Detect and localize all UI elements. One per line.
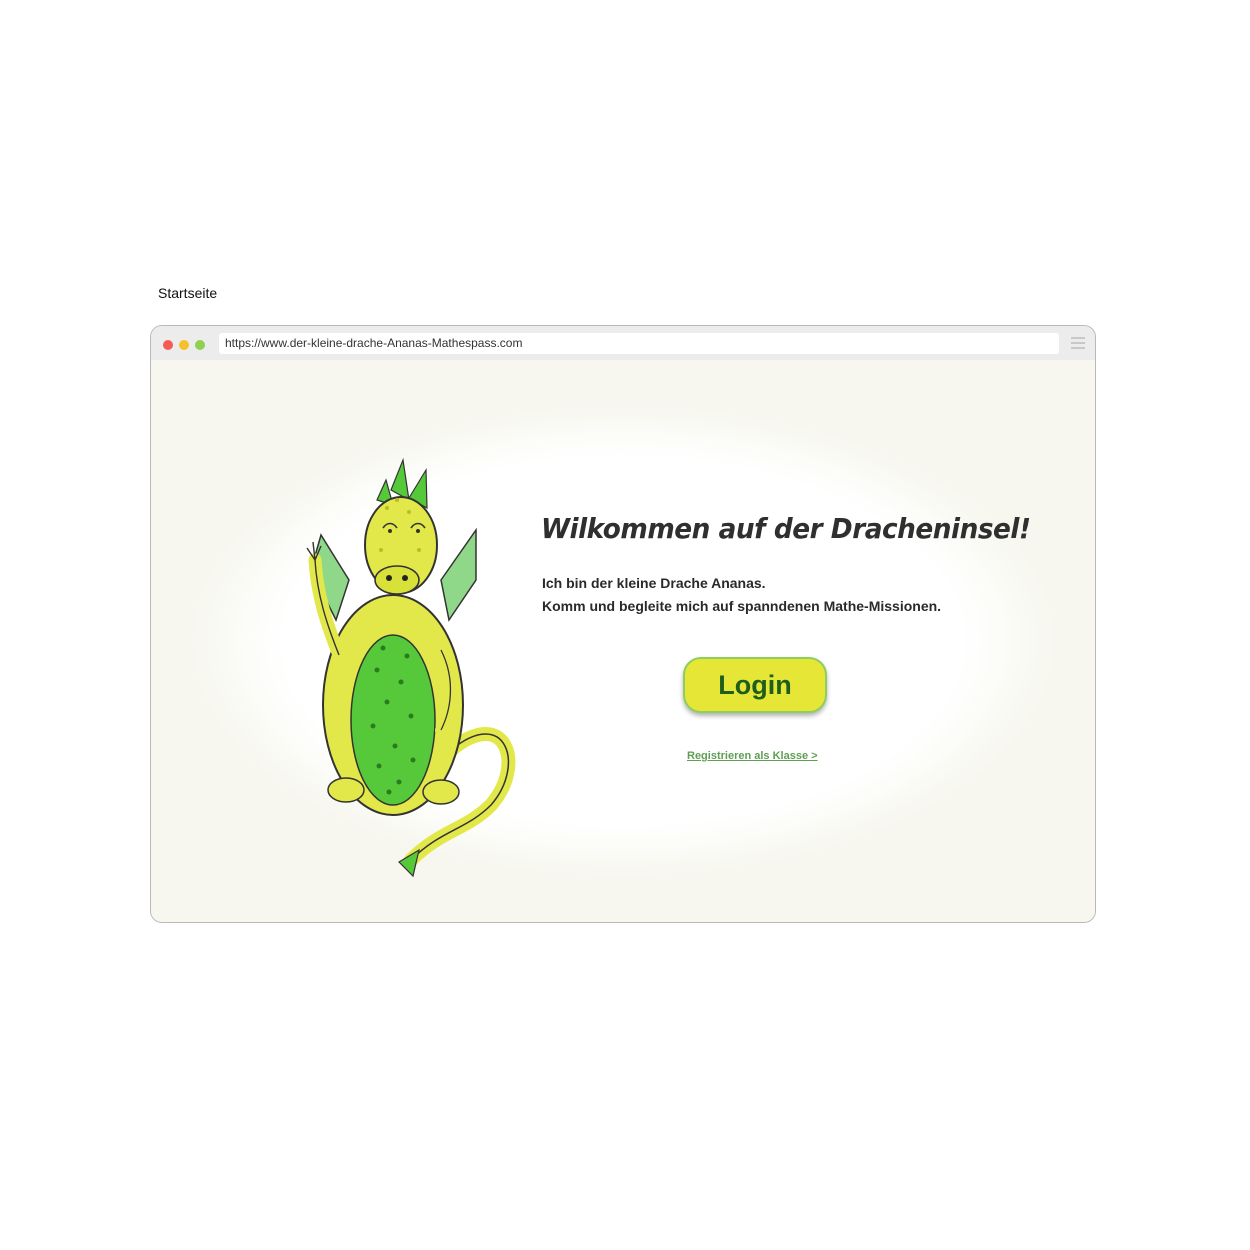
dragon-illustration	[306, 457, 516, 878]
register-class-link[interactable]: Registrieren als Klasse >	[687, 750, 818, 762]
url-bar[interactable]: https://www.der-kleine-drache-Ananas-Mat…	[219, 333, 1059, 354]
minimize-window-icon[interactable]	[179, 340, 189, 350]
intro-line: Komm und begleite mich auf spanndenen Ma…	[542, 598, 942, 614]
page-content: Wilkommen auf der Dracheninsel! Ich bin …	[151, 360, 1095, 922]
welcome-headline: Wilkommen auf der Dracheninsel!	[541, 512, 1031, 545]
login-button[interactable]: Login	[683, 657, 827, 713]
browser-window: https://www.der-kleine-drache-Ananas-Mat…	[150, 325, 1096, 923]
hamburger-menu-icon[interactable]	[1071, 337, 1085, 349]
intro-line: Ich bin der kleine Drache Ananas.	[542, 575, 766, 591]
browser-toolbar: https://www.der-kleine-drache-Ananas-Mat…	[151, 326, 1095, 360]
intro-text: Ich bin der kleine Drache Ananas. Komm u…	[542, 572, 1012, 618]
page-label: Startseite	[158, 285, 218, 301]
close-window-icon[interactable]	[163, 340, 173, 350]
maximize-window-icon[interactable]	[195, 340, 205, 350]
